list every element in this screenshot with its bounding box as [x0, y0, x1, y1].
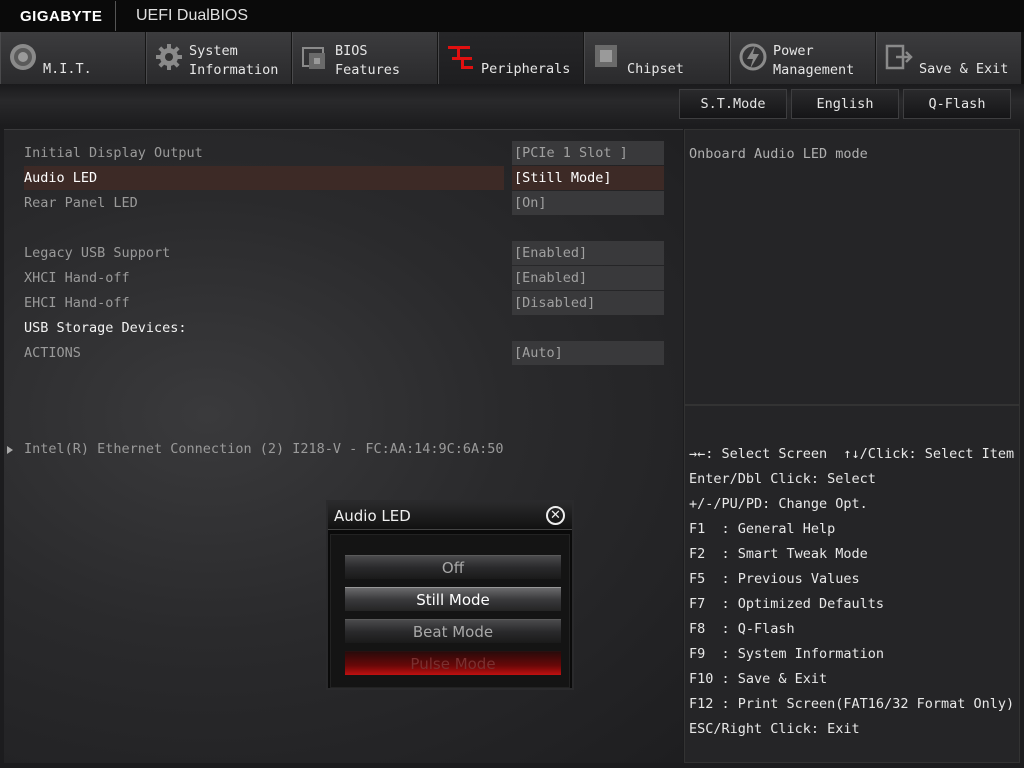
value-ehci-hand-off[interactable]: [Disabled] — [512, 291, 664, 315]
tab-mit[interactable]: M.I.T. — [0, 32, 146, 84]
popup-title: Audio LED — [334, 507, 411, 525]
tab-label-line1: System — [189, 43, 238, 59]
key-help-line: →←: Select Screen ↑↓/Click: Select Item — [689, 446, 1015, 462]
setting-actions[interactable]: ACTIONS — [24, 341, 504, 365]
bios-chip-icon — [302, 47, 325, 69]
option-still-mode[interactable]: Still Mode — [345, 587, 561, 611]
audio-led-popup: Audio LED ✕ Off Still Mode Beat Mode Pul… — [326, 500, 574, 690]
usb-storage-devices-heading: USB Storage Devices: — [24, 320, 187, 336]
option-pulse-mode[interactable]: Pulse Mode — [345, 651, 561, 675]
main-tabs: M.I.T. System Information BIOS Features … — [0, 32, 1024, 84]
help-description: Onboard Audio LED mode — [689, 146, 868, 162]
language-button[interactable]: English — [791, 89, 899, 119]
tab-peripherals[interactable]: Peripherals — [438, 32, 584, 84]
close-icon[interactable]: ✕ — [546, 506, 565, 525]
value-legacy-usb-support[interactable]: [Enabled] — [512, 241, 664, 265]
setting-initial-display-output[interactable]: Initial Display Output — [24, 141, 504, 165]
key-help-line: F10 : Save & Exit — [689, 671, 828, 687]
key-help-line: Enter/Dbl Click: Select — [689, 471, 876, 487]
value-rear-panel-led[interactable]: [On] — [512, 191, 664, 215]
st-mode-button[interactable]: S.T.Mode — [679, 89, 787, 119]
tab-power-management[interactable]: Power Management — [730, 32, 876, 84]
setting-xhci-hand-off[interactable]: XHCI Hand-off — [24, 266, 504, 290]
key-help-line: F12 : Print Screen(FAT16/32 Format Only) — [689, 696, 1015, 712]
tab-label-line1: BIOS — [335, 43, 368, 59]
tab-save-exit[interactable]: Save & Exit — [876, 32, 1022, 84]
mit-dial-icon — [10, 44, 36, 70]
tab-label-line2: Management — [773, 62, 855, 78]
key-help-line: F9 : System Information — [689, 646, 885, 662]
key-help-line: F8 : Q-Flash — [689, 621, 795, 637]
tab-label: Chipset — [627, 61, 684, 77]
key-help-line: F7 : Optimized Defaults — [689, 596, 885, 612]
tab-system-information[interactable]: System Information — [146, 32, 292, 84]
key-help-line: F2 : Smart Tweak Mode — [689, 546, 868, 562]
ethernet-connection-submenu[interactable]: Intel(R) Ethernet Connection (2) I218-V … — [24, 441, 504, 457]
option-beat-mode[interactable]: Beat Mode — [345, 619, 561, 643]
setting-rear-panel-led[interactable]: Rear Panel LED — [24, 191, 504, 215]
tab-chipset[interactable]: Chipset — [584, 32, 730, 84]
key-help-line: F1 : General Help — [689, 521, 836, 537]
tab-label: Save & Exit — [919, 61, 1009, 77]
power-icon — [739, 43, 767, 71]
peripherals-icon — [448, 46, 473, 69]
popup-options: Off Still Mode Beat Mode Pulse Mode — [330, 534, 570, 688]
key-help-line: ESC/Right Click: Exit — [689, 721, 860, 737]
option-off[interactable]: Off — [345, 555, 561, 579]
tab-label-line2: Information — [189, 62, 279, 78]
key-help-line: F5 : Previous Values — [689, 571, 860, 587]
gear-icon — [156, 44, 182, 70]
sub-toolbar: S.T.Mode English Q-Flash — [0, 84, 1024, 126]
app-title: UEFI DualBIOS — [136, 7, 249, 24]
tab-label: M.I.T. — [43, 61, 92, 77]
tab-label: Peripherals — [481, 61, 571, 77]
setting-audio-led[interactable]: Audio LED — [24, 166, 504, 190]
qflash-button[interactable]: Q-Flash — [903, 89, 1011, 119]
tab-label-line2: Features — [335, 62, 401, 78]
value-initial-display-output[interactable]: [PCIe 1 Slot ] — [512, 141, 664, 165]
tab-label-line1: Power — [773, 43, 814, 59]
value-actions[interactable]: [Auto] — [512, 341, 664, 365]
key-help-panel: →←: Select Screen ↑↓/Click: Select Item … — [684, 405, 1020, 763]
exit-icon — [885, 44, 913, 70]
top-bar: GIGABYTE UEFI DualBIOS — [0, 0, 1024, 32]
tab-bios-features[interactable]: BIOS Features — [292, 32, 438, 84]
setting-legacy-usb-support[interactable]: Legacy USB Support — [24, 241, 504, 265]
submenu-arrow-icon — [7, 446, 13, 454]
value-audio-led[interactable]: [Still Mode] — [512, 166, 664, 190]
key-help-line: +/-/PU/PD: Change Opt. — [689, 496, 868, 512]
value-xhci-hand-off[interactable]: [Enabled] — [512, 266, 664, 290]
setting-ehci-hand-off[interactable]: EHCI Hand-off — [24, 291, 504, 315]
brand-logo: GIGABYTE — [20, 7, 103, 25]
help-description-panel: Onboard Audio LED mode — [684, 129, 1020, 405]
chipset-icon — [595, 45, 617, 67]
